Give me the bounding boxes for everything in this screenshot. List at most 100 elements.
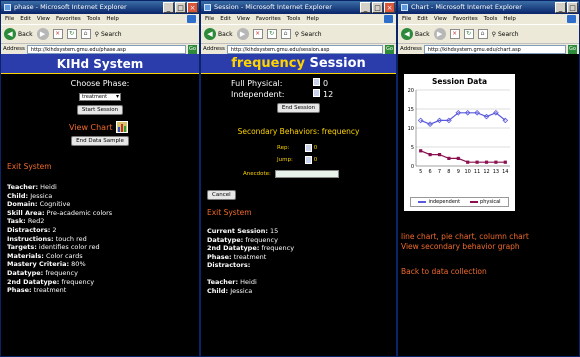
title-bar: phase - Microsoft Internet Explorer _ □ …: [1, 1, 199, 14]
address-input[interactable]: http://kihdsystem.gmu.edu/chart.asp: [423, 44, 566, 54]
forward-button[interactable]: ▶: [36, 28, 49, 40]
chart-plot: 051015205 6 7 8 9 10 11 12 13 14: [408, 88, 510, 175]
x-tick-label: 8: [447, 169, 450, 175]
home-icon[interactable]: ⌂: [477, 29, 488, 39]
info-row: Current Session: 15: [207, 227, 279, 235]
address-input[interactable]: http://kihdsystem.gmu.edu/session.asp: [226, 44, 383, 54]
end-data-sample-button[interactable]: End Data Sample: [71, 136, 129, 146]
end-session-button[interactable]: End Session: [276, 103, 321, 113]
cancel-button[interactable]: Cancel: [207, 190, 236, 200]
home-icon[interactable]: ⌂: [280, 29, 291, 39]
refresh-icon[interactable]: ↻: [66, 29, 77, 39]
info-row: Teacher: Heidi: [7, 183, 57, 191]
start-session-button[interactable]: Start Session: [76, 105, 124, 115]
legend-label: physical: [480, 199, 501, 205]
back-button[interactable]: ◀ Back: [204, 28, 233, 40]
independent-row: Independent: 12: [231, 89, 396, 100]
close-button[interactable]: ×: [187, 2, 198, 13]
menu-file[interactable]: File: [5, 14, 14, 24]
phase-window: phase - Microsoft Internet Explorer _ □ …: [0, 0, 200, 357]
chart-type-links[interactable]: line chart, pie chart, column chart: [401, 232, 529, 242]
back-button[interactable]: ◀ Back: [4, 28, 33, 40]
menu-tools[interactable]: Tools: [484, 14, 498, 24]
phase-select[interactable]: treatment: [79, 93, 121, 101]
go-button[interactable]: Go: [188, 44, 197, 54]
search-icon: ⚲: [94, 30, 99, 38]
stop-icon[interactable]: ×: [252, 29, 263, 39]
full-physical-spinner[interactable]: [313, 78, 320, 86]
page-content: frequency Session Full Physical: 0 Indep…: [201, 54, 396, 356]
go-button[interactable]: Go: [385, 44, 394, 54]
toolbar: ◀ Back ▶ × ↻ ⌂ ⚲ Search: [398, 24, 579, 43]
minimize-button[interactable]: _: [555, 2, 566, 13]
jump-spinner[interactable]: [305, 155, 312, 164]
maximize-button[interactable]: □: [567, 2, 578, 13]
forward-button[interactable]: ▶: [433, 28, 446, 40]
x-tick-label: 7: [438, 169, 441, 175]
menu-favorites[interactable]: Favorites: [256, 14, 281, 24]
y-tick-label: 0: [411, 164, 414, 170]
menu-help[interactable]: Help: [306, 14, 319, 24]
maximize-button[interactable]: □: [175, 2, 186, 13]
windows-flag-icon: [187, 15, 196, 23]
home-icon[interactable]: ⌂: [80, 29, 91, 39]
view-secondary-link[interactable]: View secondary behavior graph: [401, 242, 529, 252]
x-tick-label: 5: [419, 169, 422, 175]
menu-view[interactable]: View: [237, 14, 250, 24]
data-point: [428, 153, 432, 157]
address-input[interactable]: http://kihdsystem.gmu.edu/phase.asp: [26, 44, 186, 54]
search-icon: ⚲: [491, 30, 496, 38]
chart-legend: independent physical: [410, 197, 509, 207]
back-button[interactable]: ◀ Back: [401, 28, 430, 40]
jump-row: Jump: 0: [277, 154, 396, 166]
maximize-button[interactable]: □: [372, 2, 383, 13]
address-label: Address: [3, 46, 25, 52]
info-row: [207, 270, 396, 278]
rep-spinner[interactable]: [305, 143, 312, 152]
menu-edit[interactable]: Edit: [417, 14, 428, 24]
info-row: Mastery Criteria: 80%: [7, 260, 86, 269]
menu-favorites[interactable]: Favorites: [56, 14, 81, 24]
series-line: [420, 112, 506, 125]
menu-view[interactable]: View: [37, 14, 50, 24]
refresh-icon[interactable]: ↻: [463, 29, 474, 39]
go-button[interactable]: Go: [568, 44, 577, 54]
search-button[interactable]: ⚲ Search: [95, 31, 122, 38]
minimize-button[interactable]: _: [360, 2, 371, 13]
menu-edit[interactable]: Edit: [220, 14, 231, 24]
search-button[interactable]: ⚲ Search: [492, 31, 519, 38]
view-chart-link[interactable]: View Chart: [69, 123, 113, 132]
stop-icon[interactable]: ×: [449, 29, 460, 39]
refresh-icon[interactable]: ↻: [266, 29, 277, 39]
ie-icon: [4, 4, 11, 11]
independent-spinner[interactable]: [313, 89, 320, 97]
info-row: Distractors:: [207, 261, 251, 270]
exit-system-link[interactable]: Exit System: [1, 162, 199, 171]
exit-system-link[interactable]: Exit System: [201, 208, 396, 217]
legend-swatch: [418, 201, 427, 203]
close-button[interactable]: ×: [384, 2, 395, 13]
choose-phase-label: Choose Phase:: [70, 79, 130, 88]
info-row: Task: Red2: [7, 217, 45, 226]
menu-tools[interactable]: Tools: [287, 14, 301, 24]
info-row: Datatype: frequency: [207, 235, 278, 244]
back-label: Back: [415, 30, 430, 38]
forward-button[interactable]: ▶: [236, 28, 249, 40]
minimize-button[interactable]: _: [163, 2, 174, 13]
stop-icon[interactable]: ×: [52, 29, 63, 39]
y-tick-label: 15: [408, 107, 414, 113]
back-label: Back: [18, 30, 33, 38]
menu-view[interactable]: View: [434, 14, 447, 24]
menu-file[interactable]: File: [402, 14, 411, 24]
menu-favorites[interactable]: Favorites: [453, 14, 478, 24]
windows-flag-icon: [567, 15, 576, 23]
chart-icon[interactable]: [115, 121, 128, 133]
search-button[interactable]: ⚲ Search: [295, 31, 322, 38]
menu-file[interactable]: File: [205, 14, 214, 24]
anecdote-input[interactable]: [274, 170, 339, 178]
menu-tools[interactable]: Tools: [87, 14, 101, 24]
menu-help[interactable]: Help: [503, 14, 516, 24]
menu-help[interactable]: Help: [106, 14, 119, 24]
menu-edit[interactable]: Edit: [20, 14, 31, 24]
back-to-data-link[interactable]: Back to data collection: [401, 267, 529, 277]
